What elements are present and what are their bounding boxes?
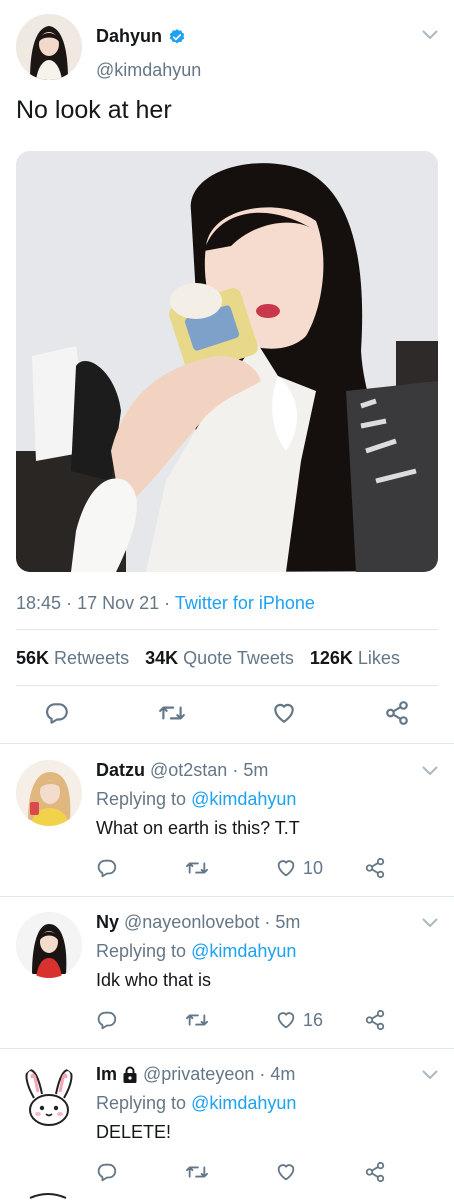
reply-age: 5m — [243, 760, 269, 780]
like-button[interactable]: 16 — [275, 1009, 323, 1031]
divider — [0, 896, 454, 897]
reply-icon — [45, 703, 68, 724]
retweet-icon — [186, 862, 208, 874]
tweet-time: 18:45 — [16, 593, 62, 613]
chevron-down-icon[interactable] — [422, 918, 438, 928]
retweet-button[interactable] — [185, 1009, 209, 1031]
share-button[interactable] — [364, 1161, 386, 1183]
author-avatar[interactable] — [16, 14, 82, 80]
retweet-button[interactable] — [185, 1161, 209, 1183]
retweet-icon — [186, 1166, 208, 1178]
quote-tweets-stat[interactable]: 34K Quote Tweets — [145, 648, 294, 669]
retweets-stat[interactable]: 56K Retweets — [16, 648, 129, 669]
divider — [0, 743, 454, 744]
like-icon — [277, 860, 295, 877]
reply-actions — [0, 1161, 454, 1191]
replying-to: Replying to @kimdahyun — [96, 1093, 297, 1113]
retweet-button[interactable] — [185, 857, 209, 879]
reply-tweet[interactable]: Datzu @ot2stan · 5m Replying to @kimdahy… — [0, 746, 454, 896]
like-count: 16 — [303, 1009, 324, 1030]
reply-button[interactable] — [96, 1161, 118, 1183]
verified-icon — [169, 28, 185, 43]
reply-age: 5m — [275, 912, 301, 932]
retweet-icon — [159, 706, 185, 720]
like-button[interactable] — [271, 700, 297, 726]
retweet-button[interactable] — [158, 700, 186, 726]
share-icon — [386, 701, 408, 725]
chevron-down-icon[interactable] — [422, 766, 438, 776]
reply-avatar[interactable] — [16, 1064, 82, 1130]
tweet-date: 17 Nov 21 — [77, 593, 160, 613]
tweet-source-link[interactable]: Twitter for iPhone — [175, 593, 315, 613]
reply-author-name[interactable]: Datzu — [96, 760, 145, 781]
reply-text: What on earth is this? T.T — [96, 818, 300, 838]
share-icon — [365, 1161, 385, 1183]
retweet-icon — [186, 1014, 208, 1026]
tweet-meta: 18:45 · 17 Nov 21 · Twitter for iPhone — [16, 593, 315, 613]
like-icon — [277, 1012, 295, 1029]
tweet-text: No look at her — [16, 96, 172, 124]
divider — [16, 685, 438, 686]
reply-author-handle[interactable]: @ot2stan — [150, 760, 227, 781]
chevron-down-icon[interactable] — [422, 30, 438, 40]
reply-button[interactable] — [44, 700, 70, 726]
reply-tweet[interactable]: Im @privateyeon · 4m Replying to @kimdah… — [0, 1050, 454, 1200]
share-button[interactable] — [384, 700, 410, 726]
author-name[interactable]: Dahyun — [96, 26, 162, 47]
replying-to: Replying to @kimdahyun — [96, 941, 297, 961]
like-icon — [274, 703, 294, 723]
next-reply-avatar-edge — [29, 1193, 67, 1199]
tweet-stats: 56K Retweets 34K Quote Tweets 126K Likes — [16, 648, 400, 669]
reply-text: Idk who that is — [96, 970, 212, 990]
reply-author-handle[interactable]: @privateyeon — [143, 1064, 254, 1085]
reply-actions: 16 — [0, 1009, 454, 1039]
like-icon — [277, 1164, 295, 1181]
lock-icon — [123, 1066, 137, 1083]
reply-icon — [97, 1011, 117, 1030]
chevron-down-icon[interactable] — [422, 1070, 438, 1080]
reply-author-name[interactable]: Im — [96, 1064, 117, 1085]
reply-age: 4m — [270, 1064, 296, 1084]
likes-stat[interactable]: 126K Likes — [310, 648, 400, 669]
reply-icon — [97, 1163, 117, 1182]
reply-icon — [97, 859, 117, 878]
like-button[interactable] — [275, 1161, 297, 1183]
share-icon — [365, 1009, 385, 1031]
replying-to-link[interactable]: @kimdahyun — [191, 789, 296, 809]
reply-author-name[interactable]: Ny — [96, 912, 119, 933]
reply-text: DELETE! — [96, 1122, 172, 1142]
divider — [16, 629, 438, 630]
like-count: 10 — [303, 857, 324, 878]
share-button[interactable] — [364, 857, 386, 879]
like-button[interactable]: 10 — [275, 857, 323, 879]
reply-button[interactable] — [96, 857, 118, 879]
divider — [0, 1048, 454, 1049]
reply-button[interactable] — [96, 1009, 118, 1031]
main-tweet-header: Dahyun @kimdahyun — [16, 14, 438, 84]
reply-avatar[interactable] — [16, 912, 82, 978]
replying-to-link[interactable]: @kimdahyun — [191, 941, 296, 961]
replying-to-link[interactable]: @kimdahyun — [191, 1093, 296, 1113]
reply-tweet[interactable]: Ny @nayeonlovebot · 5m Replying to @kimd… — [0, 898, 454, 1048]
author-handle[interactable]: @kimdahyun — [96, 60, 201, 81]
replying-to: Replying to @kimdahyun — [96, 789, 297, 809]
reply-author-handle[interactable]: @nayeonlovebot — [124, 912, 259, 933]
share-icon — [365, 857, 385, 879]
share-button[interactable] — [364, 1009, 386, 1031]
reply-avatar[interactable] — [16, 760, 82, 826]
main-tweet-actions — [0, 700, 454, 730]
reply-actions: 10 — [0, 857, 454, 887]
tweet-photo[interactable] — [16, 151, 438, 572]
